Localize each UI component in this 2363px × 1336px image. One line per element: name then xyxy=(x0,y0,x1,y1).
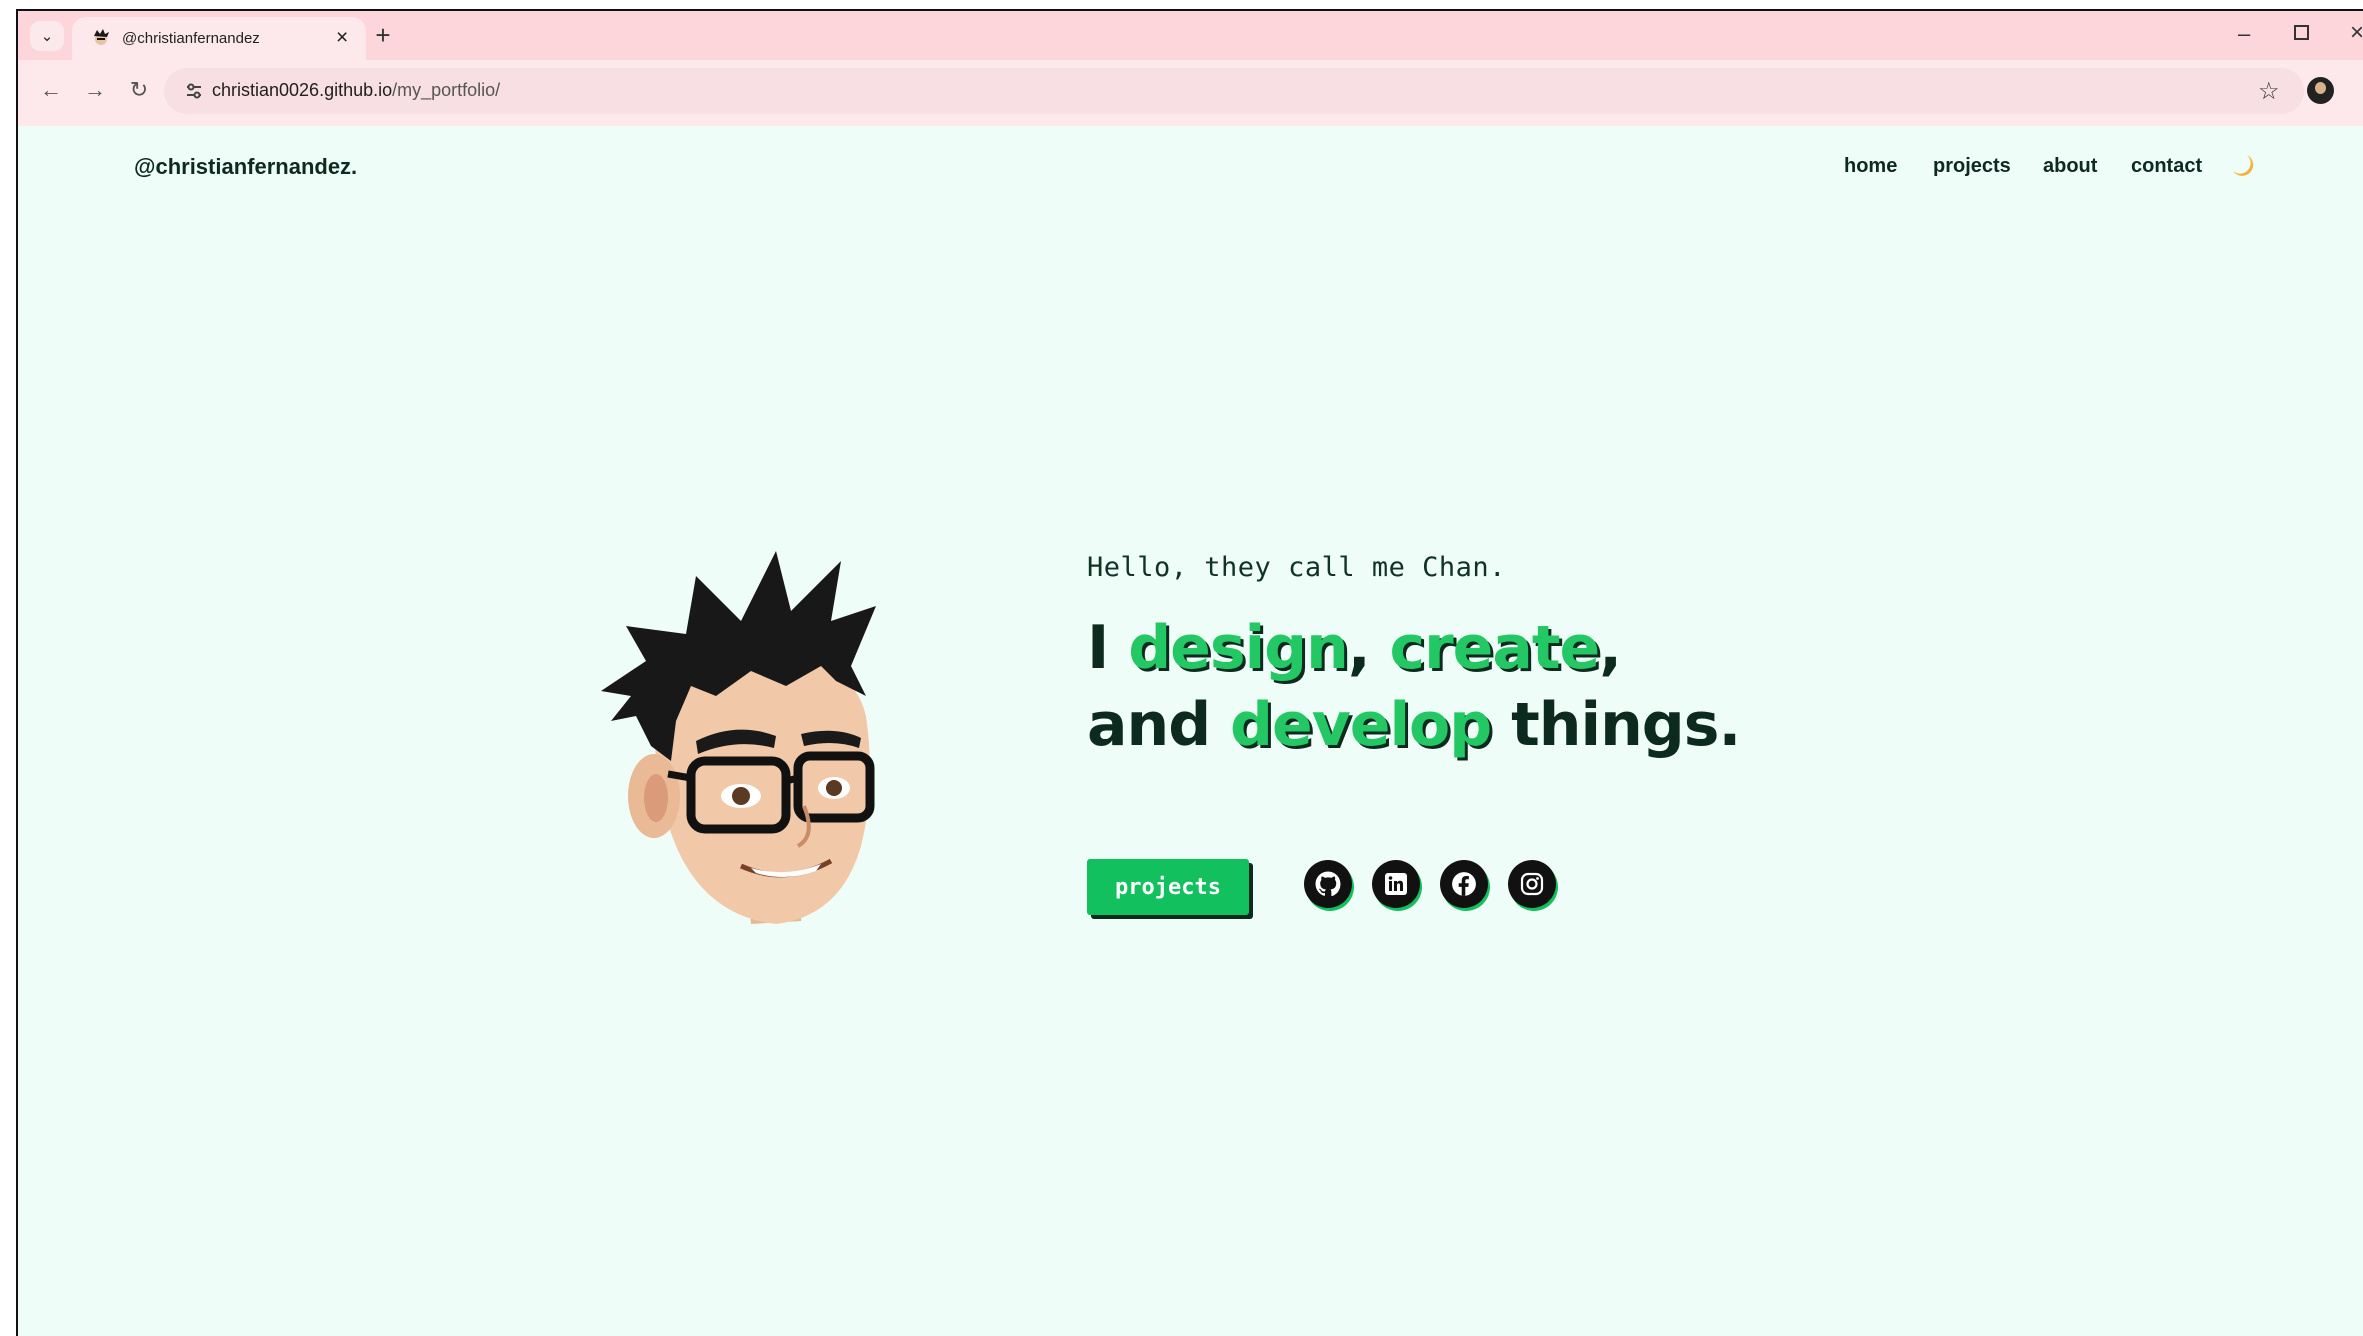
facebook-icon xyxy=(1452,872,1476,896)
arrow-right-icon: → xyxy=(84,77,106,102)
menu-icon[interactable]: ⋮ xyxy=(2358,75,2363,101)
new-tab-button[interactable]: + xyxy=(366,20,400,50)
profile-avatar[interactable] xyxy=(2307,77,2334,104)
nav-about[interactable]: about xyxy=(2043,155,2097,178)
site-settings-icon[interactable] xyxy=(184,81,204,101)
active-tab[interactable]: @christianfernandez × xyxy=(72,17,366,60)
facebook-link[interactable] xyxy=(1440,860,1488,908)
address-bar[interactable]: christian0026.github.io/my_portfolio/ ☆ xyxy=(164,68,2304,114)
moon-icon[interactable] xyxy=(2229,152,2257,180)
forward-button[interactable]: → xyxy=(80,75,110,105)
restore-button[interactable] xyxy=(2294,25,2309,40)
tab-search-button[interactable]: ⌄ xyxy=(30,21,64,51)
headline-highlight-create: create xyxy=(1389,613,1601,683)
portfolio-page: @christianfernandez. home projects about… xyxy=(18,126,2363,1336)
headline-text: , xyxy=(1347,613,1390,683)
close-window-button[interactable]: × xyxy=(2350,19,2363,47)
github-link[interactable] xyxy=(1304,860,1352,908)
minimize-button[interactable]: – xyxy=(2238,21,2250,47)
headline-text: I xyxy=(1087,613,1129,683)
headline-line-2: and develop things. xyxy=(1087,687,1741,764)
reload-button[interactable]: ↻ xyxy=(124,75,154,105)
browser-toolbar: ← → ↻ christian0026.github.io/my_portfol… xyxy=(18,60,2363,127)
tab-title: @christianfernandez xyxy=(122,30,260,47)
chevron-down-icon: ⌄ xyxy=(40,28,54,45)
github-icon xyxy=(1315,871,1341,897)
linkedin-link[interactable] xyxy=(1372,860,1420,908)
back-button[interactable]: ← xyxy=(36,75,66,105)
nav-home[interactable]: home xyxy=(1844,155,1897,178)
headline-highlight-develop: develop xyxy=(1230,690,1492,760)
favicon-icon xyxy=(94,29,109,45)
headline-text: , xyxy=(1599,613,1622,683)
avatar-illustration xyxy=(601,551,876,924)
url-path: /my_portfolio/ xyxy=(392,80,501,100)
site-logo[interactable]: @christianfernandez. xyxy=(134,154,357,180)
projects-button[interactable]: projects xyxy=(1087,859,1249,915)
nav-projects[interactable]: projects xyxy=(1933,155,2011,178)
instagram-icon xyxy=(1520,872,1544,896)
instagram-link[interactable] xyxy=(1508,860,1556,908)
arrow-left-icon: ← xyxy=(40,77,62,102)
url-text[interactable]: christian0026.github.io/my_portfolio/ xyxy=(212,80,500,101)
browser-window: ⌄ @christianfernandez × + – × ← → ↻ chri… xyxy=(16,9,2363,1336)
nav-contact[interactable]: contact xyxy=(2131,155,2202,178)
headline-line-1: I design, create, xyxy=(1087,610,1740,687)
headline-text: and xyxy=(1087,690,1231,760)
hero-greeting: Hello, they call me Chan. xyxy=(1087,552,1506,583)
reload-icon: ↻ xyxy=(129,77,149,102)
tab-strip: ⌄ @christianfernandez × + – × xyxy=(18,11,2363,60)
url-host: christian0026.github.io xyxy=(212,80,393,100)
headline-highlight-design: design xyxy=(1128,613,1349,683)
hero-headline: I design, create, and develop things. xyxy=(1087,610,1741,764)
bookmark-star-icon[interactable]: ☆ xyxy=(2258,77,2280,106)
linkedin-icon xyxy=(1385,873,1407,895)
headline-text: things. xyxy=(1491,690,1741,760)
close-tab-icon[interactable]: × xyxy=(336,26,348,50)
